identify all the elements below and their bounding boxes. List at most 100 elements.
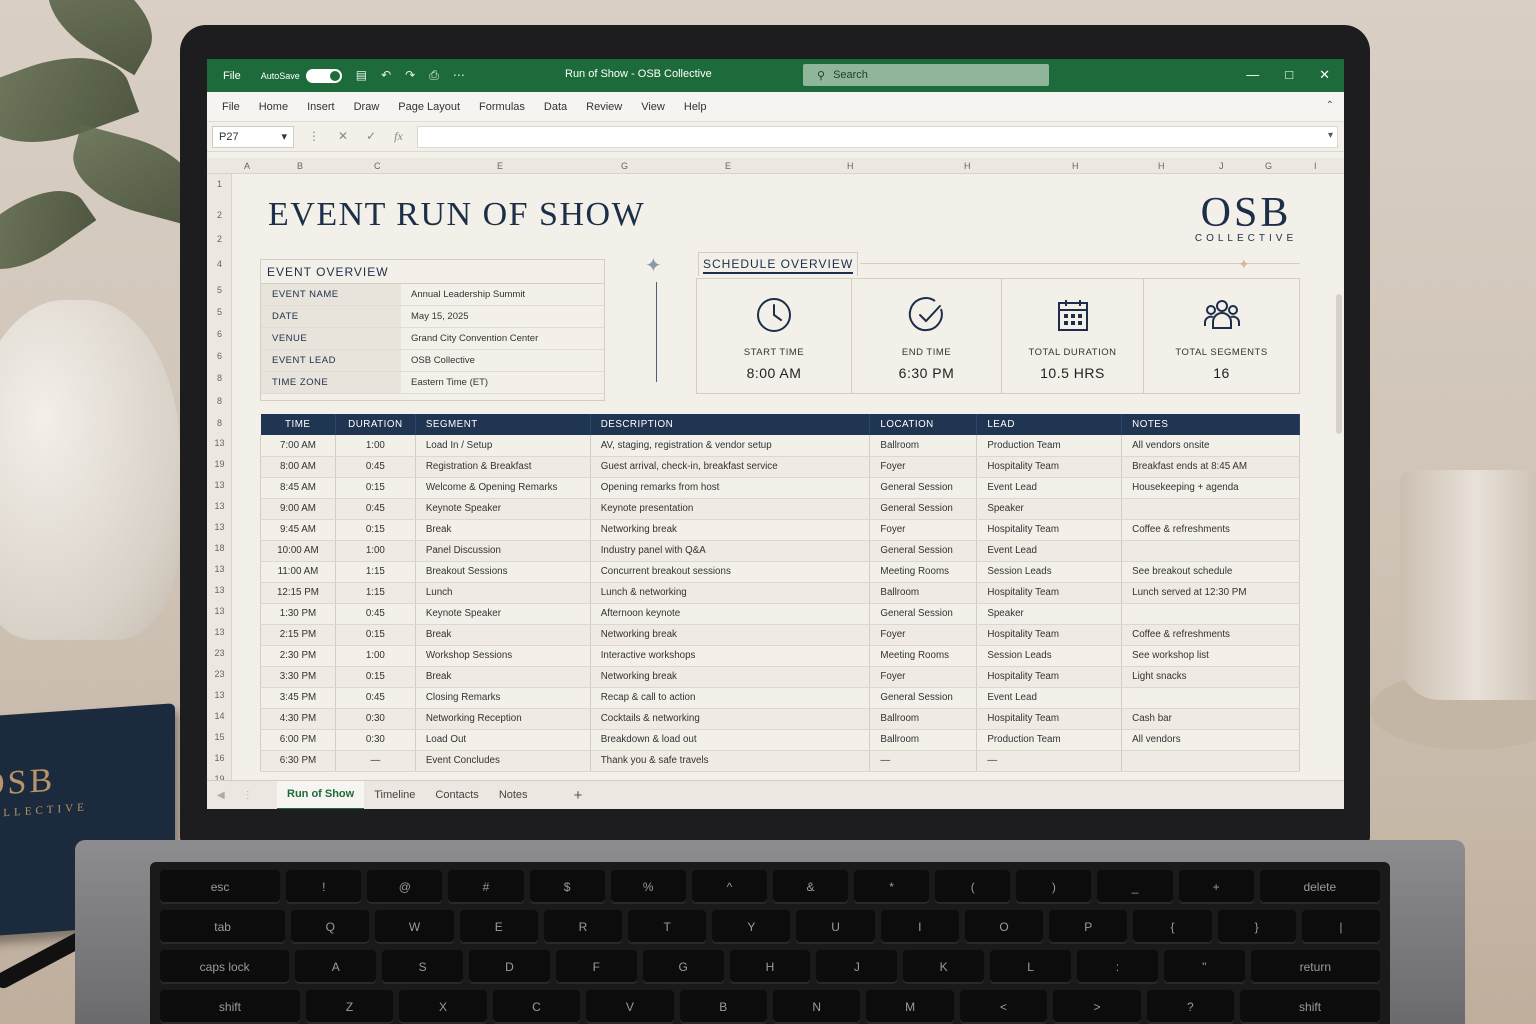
keyboard-key[interactable]: ? [1146,990,1235,1024]
name-box[interactable]: P27 ▾ [212,125,294,148]
table-header-duration[interactable]: DURATION [335,414,416,435]
keyboard-key[interactable]: D [469,950,550,984]
table-cell[interactable]: Load Out [415,729,591,751]
table-cell[interactable]: Event Lead [976,540,1123,562]
table-cell[interactable]: 1:15 [335,582,416,604]
table-cell[interactable]: Hospitality Team [976,519,1123,541]
table-cell[interactable]: 0:15 [335,666,416,688]
menu-tab-formulas[interactable]: Formulas [479,101,525,113]
table-cell[interactable]: 2:15 PM [260,624,336,646]
table-cell[interactable]: 0:45 [335,456,416,478]
table-cell[interactable]: Cocktails & networking [590,708,871,730]
menu-tab-page-layout[interactable]: Page Layout [398,101,460,113]
table-cell[interactable]: Keynote Speaker [415,498,591,520]
keyboard-key[interactable]: shift [1240,990,1380,1024]
keyboard-key[interactable]: ^ [691,870,767,904]
table-cell[interactable]: Recap & call to action [590,687,871,709]
table-cell[interactable]: 1:30 PM [260,603,336,625]
keyboard-key[interactable]: return [1250,950,1380,984]
table-cell[interactable]: General Session [869,603,978,625]
menu-tab-file[interactable]: File [222,101,240,113]
table-cell[interactable]: 0:15 [335,477,416,499]
table-header-notes[interactable]: NOTES [1121,414,1300,435]
sheet-tab-notes[interactable]: Notes [489,781,538,810]
table-cell[interactable]: Foyer [869,666,978,688]
table-cell[interactable]: 0:30 [335,729,416,751]
table-cell[interactable]: Meeting Rooms [869,561,978,583]
table-cell[interactable]: Workshop Sessions [415,645,591,667]
overview-value[interactable]: May 15, 2025 [401,311,469,322]
column-header[interactable]: H [964,161,971,171]
keyboard-key[interactable]: > [1053,990,1141,1024]
table-cell[interactable]: Panel Discussion [415,540,591,562]
table-header-location[interactable]: LOCATION [869,414,978,435]
column-header[interactable]: B [297,161,303,171]
keyboard-key[interactable]: A [295,950,377,984]
more-vertical-icon[interactable]: ⋮ [308,129,320,144]
table-cell[interactable]: 8:45 AM [260,477,336,499]
keyboard-key[interactable]: I [880,910,959,944]
worksheet[interactable]: EVENT RUN OF SHOW OSB COLLECTIVE EVENT O… [232,174,1344,780]
more-icon[interactable]: ⋯ [453,68,465,83]
table-cell[interactable]: Keynote Speaker [415,603,591,625]
file-button[interactable]: File [223,70,241,82]
keyboard-key[interactable]: _ [1097,870,1173,904]
column-header[interactable]: E [725,161,731,171]
table-cell[interactable]: Hospitality Team [976,582,1123,604]
column-header[interactable]: C [374,161,381,171]
keyboard-key[interactable]: K [903,950,985,984]
close-icon[interactable]: ✕ [1319,67,1330,83]
table-cell[interactable]: — [335,750,416,772]
row-header[interactable]: 16 [207,753,232,763]
keyboard-key[interactable]: } [1217,910,1296,944]
row-header[interactable]: 8 [207,396,232,406]
table-cell[interactable]: 0:45 [335,603,416,625]
column-header[interactable]: H [1072,161,1079,171]
table-cell[interactable]: All vendors [1121,729,1300,751]
overview-value[interactable]: Eastern Time (ET) [401,377,488,388]
table-cell[interactable]: Concurrent breakout sessions [590,561,871,583]
table-cell[interactable]: AV, staging, registration & vendor setup [590,435,871,457]
column-header[interactable]: I [1314,161,1317,171]
table-cell[interactable] [1121,603,1300,625]
table-cell[interactable]: 0:15 [335,624,416,646]
keyboard-key[interactable]: H [729,950,811,984]
table-cell[interactable]: Event Lead [976,477,1123,499]
column-header[interactable]: G [1265,161,1272,171]
row-header[interactable]: 5 [207,285,232,295]
keyboard-key[interactable]: R [543,910,623,944]
keyboard-key[interactable]: : [1076,950,1158,984]
formula-input[interactable] [416,125,1338,148]
table-cell[interactable]: Session Leads [976,645,1123,667]
row-header[interactable]: 13 [207,438,232,448]
table-cell[interactable]: See breakout schedule [1121,561,1300,583]
column-header[interactable]: G [621,161,628,171]
table-cell[interactable]: 2:30 PM [260,645,336,667]
table-cell[interactable]: 10:00 AM [260,540,336,562]
table-cell[interactable] [1121,498,1300,520]
row-header[interactable]: 13 [207,627,232,637]
keyboard-key[interactable]: X [399,990,487,1024]
row-header[interactable]: 23 [207,669,232,679]
table-cell[interactable]: Networking break [590,624,871,646]
column-header[interactable]: A [244,161,250,171]
table-cell[interactable]: General Session [869,477,978,499]
table-cell[interactable]: 8:00 AM [260,456,336,478]
table-cell[interactable]: Breakdown & load out [590,729,871,751]
table-cell[interactable]: Networking break [590,666,871,688]
table-cell[interactable]: 1:00 [335,540,416,562]
menu-tab-review[interactable]: Review [586,101,622,113]
row-header[interactable]: 13 [207,522,232,532]
keyboard-key[interactable]: shift [160,990,300,1024]
keyboard-key[interactable]: P [1049,910,1128,944]
menu-tab-insert[interactable]: Insert [307,101,335,113]
vertical-scrollbar[interactable] [1336,294,1342,434]
table-cell[interactable]: Breakfast ends at 8:45 AM [1121,456,1300,478]
table-header-segment[interactable]: SEGMENT [415,414,591,435]
table-cell[interactable]: 0:45 [335,498,416,520]
add-sheet-icon[interactable]: + [574,787,583,804]
table-cell[interactable]: Break [415,519,591,541]
table-cell[interactable]: Coffee & refreshments [1121,624,1300,646]
row-header[interactable]: 13 [207,690,232,700]
keyboard-key[interactable]: " [1163,950,1245,984]
